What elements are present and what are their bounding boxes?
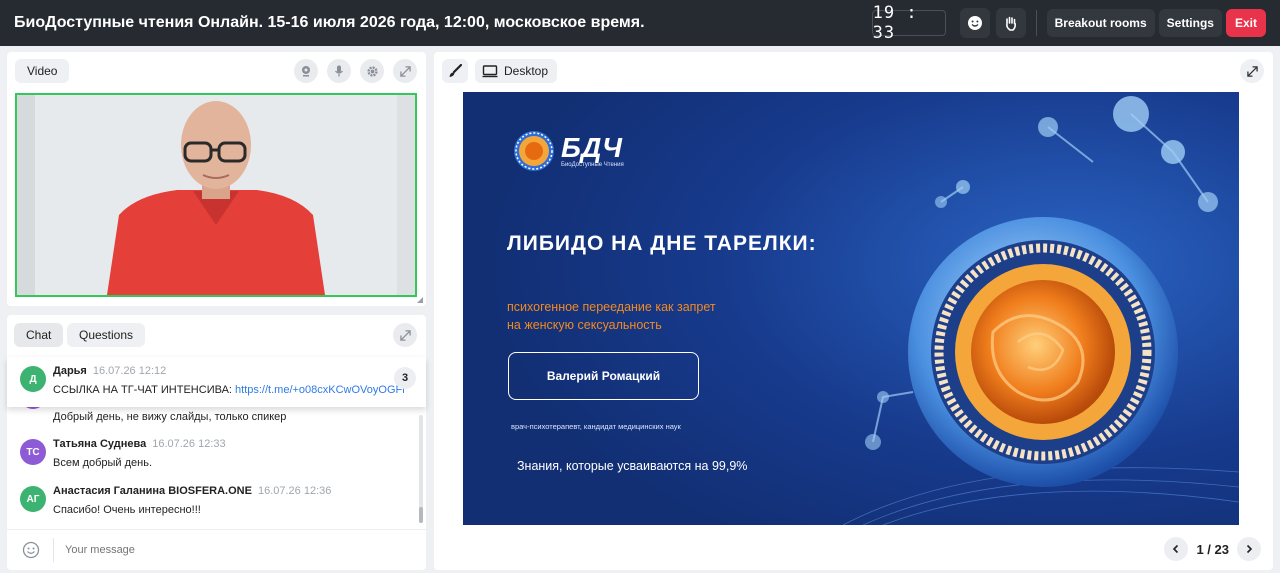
prev-slide-button[interactable] (1164, 537, 1189, 561)
chevron-right-icon (1246, 544, 1253, 554)
pinned-count-badge[interactable]: 3 (394, 367, 416, 389)
video-tab[interactable]: Video (15, 59, 70, 83)
webcam-icon (302, 66, 310, 77)
source-desktop-label: Desktop (504, 64, 549, 78)
author-name: Татьяна Суднева (53, 438, 147, 450)
message-time: 16.07.26 12:12 (92, 365, 167, 377)
logo-text: БДЧ (561, 132, 622, 163)
message-text: Спасибо! Очень интересно!!! (53, 504, 201, 516)
presentation-slide: БДЧ БиоДоступные Чтения ЛИБИДО НА ДНЕ ТА… (463, 92, 1239, 525)
conference-title: БиоДоступные чтения Онлайн. 15-16 июля 2… (14, 14, 645, 31)
avatar: ТС (20, 439, 46, 465)
chat-panel: Chat Questions Д Дарья 16.07.26 12:12 ССЫ… (7, 315, 426, 570)
breakout-rooms-button[interactable]: Breakout rooms (1046, 9, 1155, 37)
microphone-icon (335, 65, 343, 77)
screen-expand-button[interactable] (1240, 59, 1264, 83)
video-settings-button[interactable] (360, 59, 384, 83)
slide-logo: БДЧ БиоДоступные Чтения (513, 130, 624, 172)
avatar: АГ (20, 486, 46, 512)
message-author: Татьяна Суднева 16.07.26 12:33 (53, 438, 226, 450)
source-desktop-tab[interactable]: Desktop (475, 59, 558, 83)
video-panel: Video (7, 52, 426, 306)
message-author: Анастасия Галанина BIOSFERA.ONE 16.07.26 … (53, 485, 331, 497)
speaker-title: врач-психотерапевт, кандидат медицинских… (511, 422, 681, 431)
message-time: 16.07.26 12:33 (152, 438, 226, 450)
smile-icon (967, 16, 982, 30)
speaker-name-box: Валерий Ромацкий (508, 352, 699, 400)
message-text: Добрый день, не вижу слайды, только спик… (53, 411, 287, 423)
monitor-icon (482, 64, 498, 77)
message-body: ССЫЛКА НА ТГ-ЧАТ ИНТЕНСИВА: (53, 384, 236, 396)
expand-icon (1246, 65, 1258, 77)
slide-pager: 1 / 23 (1164, 536, 1261, 562)
list-item: ТС Татьяна Суднева 16.07.26 12:33 Всем до… (7, 430, 426, 480)
slide-subtitle-line-1: психогенное переедание как запрет (507, 300, 716, 314)
message-text: Всем добрый день. (53, 457, 153, 469)
annotate-button[interactable] (442, 59, 468, 83)
speaker-name: Валерий Ромацкий (546, 369, 661, 383)
chat-expand-button[interactable] (393, 323, 417, 347)
emoji-reaction-button[interactable] (959, 8, 990, 38)
speaker-video-feed (17, 95, 415, 295)
raise-hand-button[interactable] (995, 8, 1026, 38)
microphone-button[interactable] (327, 59, 351, 83)
list-item: АГ Анастасия Галанина BIOSFERA.ONE 16.07.… (7, 477, 426, 527)
chat-scrollbar[interactable] (419, 415, 423, 523)
slide-tagline: Знания, которые усваиваются на 99,9% (517, 459, 748, 473)
chevron-left-icon (1173, 544, 1179, 554)
author-name: Анастасия Галанина BIOSFERA.ONE (53, 485, 252, 497)
tab-questions[interactable]: Questions (67, 323, 146, 347)
screen-share-panel: Desktop БДЧ БиоДоступные Чтения ЛИБИДО Н… (434, 52, 1273, 570)
expand-icon (399, 329, 411, 341)
video-expand-button[interactable] (393, 59, 417, 83)
chat-input-bar (7, 529, 426, 570)
next-slide-button[interactable] (1237, 537, 1261, 561)
session-timer: 19 : 33 (871, 3, 946, 43)
pinned-message[interactable]: Д Дарья 16.07.26 12:12 ССЫЛКА НА ТГ-ЧАТ И… (7, 357, 426, 407)
exit-button[interactable]: Exit (1225, 9, 1266, 37)
message-time: 16.07.26 12:36 (257, 485, 332, 497)
expand-icon (399, 65, 411, 77)
settings-button[interactable]: Settings (1158, 9, 1222, 37)
chat-message-input[interactable] (65, 540, 405, 560)
avatar: Д (20, 366, 46, 392)
message-text: ССЫЛКА НА ТГ-ЧАТ ИНТЕНСИВА: https://t.me… (53, 384, 408, 396)
message-author: Дарья 16.07.26 12:12 (53, 365, 166, 377)
tab-chat[interactable]: Chat (14, 323, 64, 347)
slide-subtitle-line-2: на женскую сексуальность (507, 318, 662, 332)
slide-title: ЛИБИДО НА ДНЕ ТАРЕЛКИ: (507, 232, 817, 255)
top-bar: БиоДоступные чтения Онлайн. 15-16 июля 2… (0, 0, 1280, 46)
camera-button[interactable] (294, 59, 318, 83)
hand-icon (1005, 16, 1016, 31)
toolbar-divider (1035, 10, 1037, 36)
message-link[interactable]: https://t.me/+o08cxKCwOVoyOGFl (235, 384, 405, 396)
smile-icon (22, 541, 40, 559)
speaker-video[interactable] (15, 93, 417, 297)
brush-icon (449, 64, 462, 77)
video-resize-handle[interactable] (417, 297, 423, 303)
page-indicator: 1 / 23 (1196, 541, 1229, 557)
logo-subtext: БиоДоступные Чтения (561, 162, 624, 168)
author-name: Дарья (53, 365, 87, 377)
logo-mark-icon (514, 131, 554, 171)
gear-icon (366, 65, 378, 77)
input-divider (53, 538, 54, 562)
emoji-picker-button[interactable] (22, 541, 40, 564)
